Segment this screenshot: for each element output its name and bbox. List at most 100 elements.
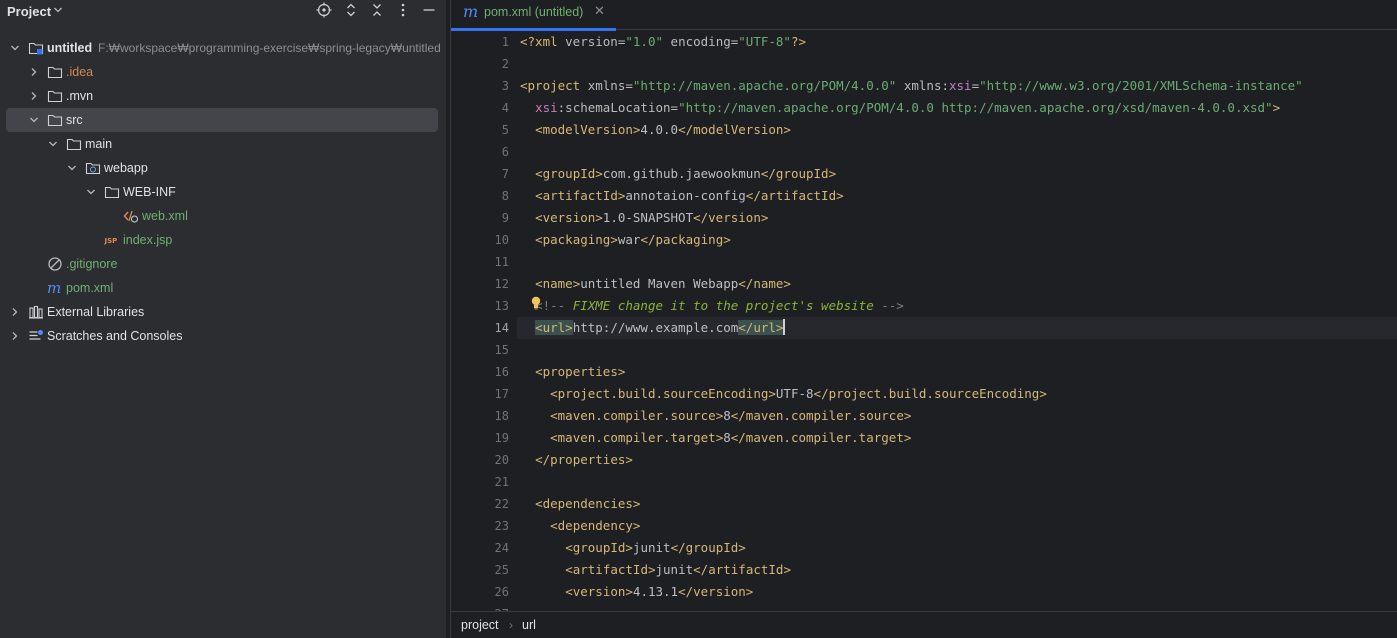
tree-item-index-jsp[interactable]: JSP index.jsp [0,228,446,252]
tree-item-webapp[interactable]: webapp [0,156,446,180]
line-number: 19 [494,431,509,445]
code-line: <!-- FIXME change it to the project's we… [535,298,904,313]
line-number: 24 [494,541,509,555]
tab-pom-xml[interactable]: m pom.xml (untitled) ✕ [451,0,616,31]
code-line: <?xml version="1.0" encoding="UTF-8"?> [520,34,807,49]
tree-item-label: pom.xml [66,281,114,295]
code-line: <project.build.sourceEncoding>UTF-8</pro… [550,386,1047,401]
chevron-down-icon[interactable] [9,42,21,54]
line-number-gutter[interactable]: 1 2 3 4 5 6 7 8 9 10 11 12 13 14 15 16 1… [451,31,517,611]
code-line: <dependencies> [535,496,641,511]
ignore-file-icon [47,256,63,272]
tree-item-label: WEB-INF [123,185,176,199]
code-line: <project xmlns="http://maven.apache.org/… [520,78,1303,93]
matched-tag: <url> [535,320,573,335]
line-number: 18 [494,409,509,423]
tree-item-label: main [85,137,113,151]
tree-item-scratches[interactable]: Scratches and Consoles [0,324,446,348]
chevron-right-icon[interactable] [28,66,40,78]
line-number: 6 [501,145,509,159]
chevron-down-icon[interactable] [85,186,97,198]
tree-item-web-xml[interactable]: web.xml [0,204,446,228]
maven-file-icon: m [463,2,479,21]
expand-collapse-icon[interactable] [343,2,359,18]
line-number: 12 [494,277,509,291]
scratches-icon [28,328,44,344]
svg-text:m: m [47,280,61,296]
code-line: </properties> [535,452,633,467]
tree-item-label: index.jsp [123,233,173,247]
code-line: <artifactId>junit</artifactId> [565,562,791,577]
folder-icon [47,88,63,104]
breadcrumb-item-url[interactable]: url [522,618,536,632]
more-options-icon[interactable] [395,2,411,18]
code-line: <packaging>war</packaging> [535,232,731,247]
line-number: 27 [451,603,509,611]
chevron-right-icon[interactable] [9,306,21,318]
code-line: <maven.compiler.target>8</maven.compiler… [550,430,912,445]
tree-item-label: untitled [47,41,93,55]
chevron-right-icon[interactable] [9,330,21,342]
tree-item-mvn[interactable]: .mvn [0,84,446,108]
tree-item-web-inf[interactable]: WEB-INF [0,180,446,204]
text-caret [783,319,786,335]
tree-item-gitignore[interactable]: .gitignore [0,252,446,276]
code-line: <version>1.0-SNAPSHOT</version> [535,210,769,225]
code-line: <version>4.13.1</version> [565,584,754,599]
tab-label: pom.xml (untitled) [484,5,584,19]
editor-tab-bar: m pom.xml (untitled) ✕ [451,0,1397,31]
project-panel-title[interactable]: Project [7,4,51,19]
locate-icon[interactable] [316,2,332,18]
tree-item-pom-xml[interactable]: m pom.xml [0,276,446,300]
chevron-right-icon[interactable] [28,90,40,102]
svg-text:JSP: JSP [104,237,117,245]
jsp-file-icon: JSP [104,232,120,248]
module-folder-icon [28,40,44,56]
line-number: 22 [494,497,509,511]
line-number: 17 [494,387,509,401]
chevron-down-icon[interactable] [53,4,63,16]
maven-file-icon: m [47,280,63,296]
line-number: 13 [494,299,509,313]
code-line-current: <url>http://www.example.com</url> [535,319,786,335]
lightbulb-icon[interactable] [530,296,542,310]
line-number: 23 [494,519,509,533]
breadcrumb-item-project[interactable]: project [461,618,499,632]
line-number: 2 [501,57,509,71]
tree-item-label: .idea [66,65,94,79]
close-icon[interactable]: ✕ [594,3,605,19]
tree-item-external-libraries[interactable]: External Libraries [0,300,446,324]
line-number: 10 [494,233,509,247]
code-editor[interactable]: <?xml version="1.0" encoding="UTF-8"?> <… [517,31,1397,611]
chevron-down-icon[interactable] [47,138,59,150]
tree-item-idea[interactable]: .idea [0,60,446,84]
line-number: 11 [494,255,509,269]
code-line: <artifactId>annotaion-config</artifactId… [535,188,844,203]
breadcrumb-separator: › [509,618,513,632]
minimize-icon[interactable] [421,2,437,18]
line-number: 9 [501,211,509,225]
xml-file-icon [123,208,139,224]
chevron-down-icon[interactable] [28,114,40,126]
tree-item-label: Scratches and Consoles [47,329,183,343]
close-panels-icon[interactable] [369,2,385,18]
tree-item-src[interactable]: src [6,108,438,132]
web-folder-icon [85,160,101,176]
line-number: 3 [501,79,509,93]
editor: m pom.xml (untitled) ✕ 1 2 3 4 5 6 7 8 9… [451,0,1397,638]
folder-icon [47,64,63,80]
tree-item-path: F:₩workspace₩programming-exercise₩spring… [98,41,441,55]
chevron-down-icon[interactable] [66,162,78,174]
code-line: <modelVersion>4.0.0</modelVersion> [535,122,791,137]
tree-item-main[interactable]: main [0,132,446,156]
code-line: <properties> [535,364,626,379]
tree-item-untitled[interactable]: untitled F:₩workspace₩programming-exerci… [0,36,446,60]
code-line: <name>untitled Maven Webapp</name> [535,276,791,291]
line-number: 25 [494,563,509,577]
line-number: 16 [494,365,509,379]
line-number: 21 [494,475,509,489]
code-line: <groupId>com.github.jaewookmun</groupId> [535,166,837,181]
matched-tag: </url> [738,320,784,335]
code-line: <groupId>junit</groupId> [565,540,746,555]
code-line: xsi:schemaLocation="http://maven.apache.… [535,100,1281,115]
